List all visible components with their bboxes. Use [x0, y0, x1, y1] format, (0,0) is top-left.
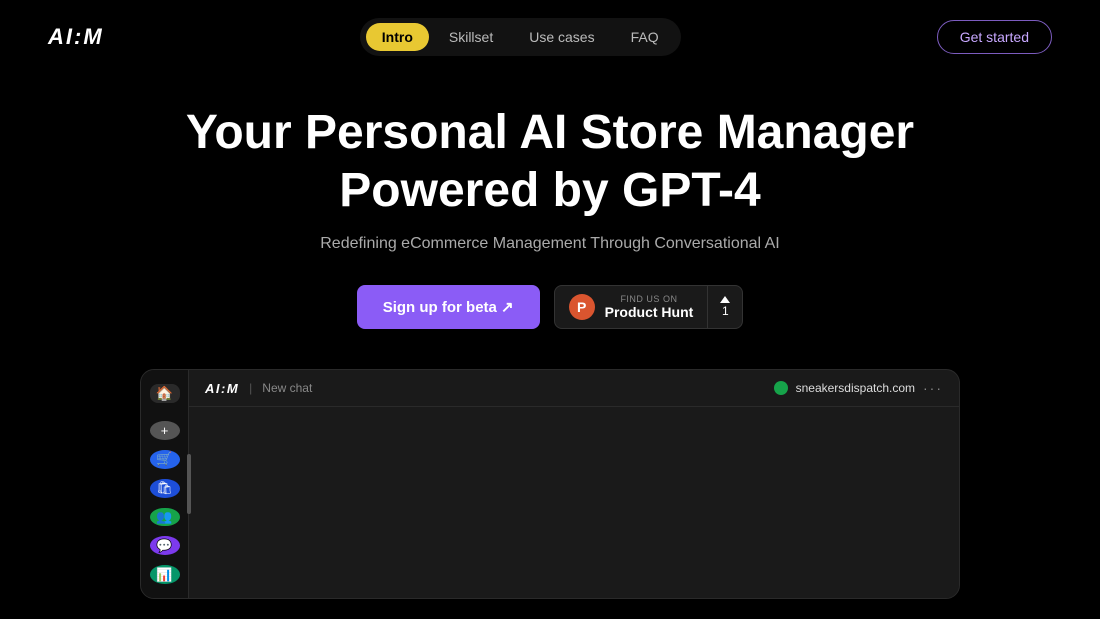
ph-left: P FIND US ON Product Hunt	[555, 286, 709, 328]
app-logo-small: AI:M	[205, 381, 239, 396]
sidebar-add-button[interactable]: +	[150, 421, 180, 440]
app-content-area	[189, 407, 959, 598]
app-topbar-right: sneakersdispatch.com ···	[774, 380, 943, 396]
app-preview: 🏠 + 🛒 🛍 👥 💬 📊 AI:M | New chat sneakersdi…	[140, 369, 960, 599]
logo-text: AI:M	[48, 24, 104, 49]
signup-beta-button[interactable]: Sign up for beta ↗	[357, 285, 540, 329]
nav-link-faq[interactable]: FAQ	[615, 23, 675, 51]
navbar: AI:M Intro Skillset Use cases FAQ Get st…	[0, 0, 1100, 74]
ph-logo-icon: P	[569, 294, 595, 320]
hero-section: Your Personal AI Store Manager Powered b…	[0, 74, 1100, 349]
nav-link-usecases[interactable]: Use cases	[513, 23, 610, 51]
ph-upvote-icon	[720, 296, 730, 303]
hero-subtext: Redefining eCommerce Management Through …	[20, 235, 1080, 253]
dots-menu-icon[interactable]: ···	[923, 380, 943, 396]
nav-link-skillset[interactable]: Skillset	[433, 23, 509, 51]
store-name: sneakersdispatch.com	[796, 381, 915, 395]
nav-links: Intro Skillset Use cases FAQ	[360, 18, 681, 56]
ph-votes: 1	[708, 288, 742, 326]
sidebar-chart-icon[interactable]: 📊	[150, 565, 180, 584]
store-status-indicator	[774, 381, 788, 395]
ph-find-text: FIND US ON	[605, 294, 694, 304]
nav-link-intro[interactable]: Intro	[366, 23, 429, 51]
get-started-button[interactable]: Get started	[937, 20, 1052, 54]
cta-row: Sign up for beta ↗ P FIND US ON Product …	[20, 285, 1080, 329]
ph-text-group: FIND US ON Product Hunt	[605, 294, 694, 320]
app-new-chat-label[interactable]: New chat	[262, 381, 312, 395]
app-separator: |	[249, 381, 252, 395]
logo: AI:M	[48, 24, 104, 50]
ph-name: Product Hunt	[605, 304, 694, 320]
app-main: AI:M | New chat sneakersdispatch.com ···	[189, 370, 959, 598]
sidebar-users-icon[interactable]: 👥	[150, 508, 180, 527]
app-topbar-left: AI:M | New chat	[205, 381, 312, 396]
sidebar-home-icon[interactable]: 🏠	[150, 384, 180, 403]
app-sidebar: 🏠 + 🛒 🛍 👥 💬 📊	[141, 370, 189, 598]
hero-headline: Your Personal AI Store Manager Powered b…	[20, 104, 1080, 219]
app-topbar: AI:M | New chat sneakersdispatch.com ···	[189, 370, 959, 407]
sidebar-chat-icon[interactable]: 💬	[150, 536, 180, 555]
app-preview-wrapper: 🏠 + 🛒 🛍 👥 💬 📊 AI:M | New chat sneakersdi…	[0, 349, 1100, 599]
left-panel-indicator	[187, 454, 191, 514]
sidebar-cart-icon[interactable]: 🛒	[150, 450, 180, 469]
product-hunt-badge[interactable]: P FIND US ON Product Hunt 1	[554, 285, 744, 329]
sidebar-shop-icon[interactable]: 🛍	[150, 479, 180, 498]
